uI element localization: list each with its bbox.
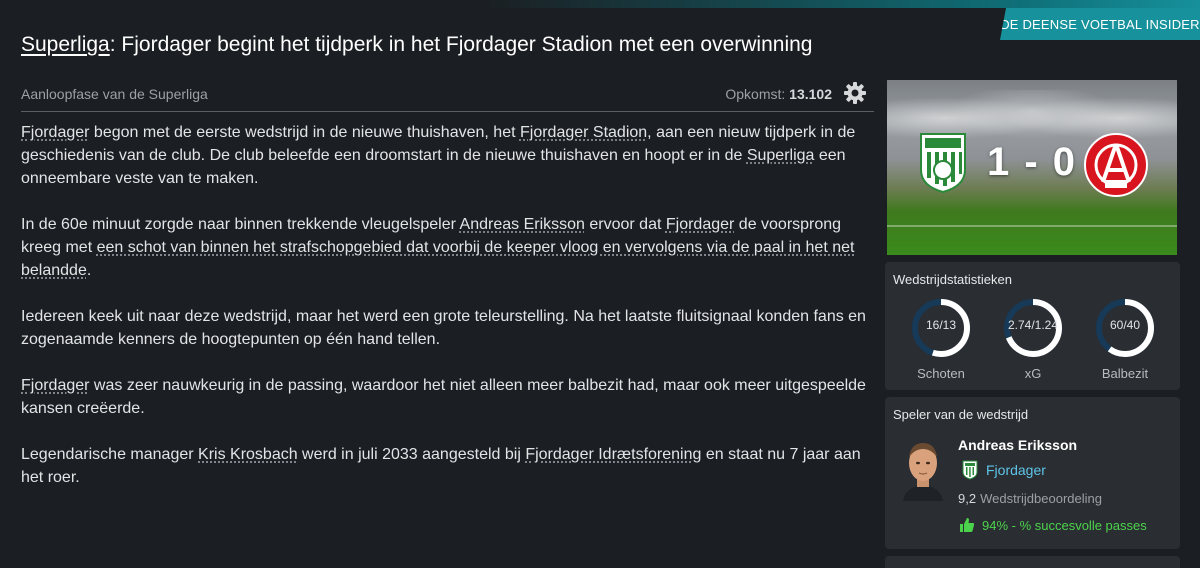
stat-value: 60/40	[1093, 318, 1157, 332]
player-avatar[interactable]	[899, 439, 947, 501]
headline-text: : Fjordager begint het tijdperk in het F…	[110, 33, 813, 56]
news-source-tag: DE DEENSE VOETBAL INSIDER	[1000, 8, 1200, 40]
away-club-crest-icon[interactable]	[1083, 132, 1149, 198]
stat-value: 2.74/1.24	[1001, 318, 1065, 332]
article-paragraph: Fjordager was zeer nauwkeurig in de pass…	[21, 374, 881, 420]
pitch-line	[887, 225, 1177, 227]
article-subtitle: Aanloopfase van de Superliga	[21, 86, 208, 102]
article-body: Fjordager begon met de eerste wedstrijd …	[21, 121, 881, 512]
potm-player-name[interactable]: Andreas Eriksson	[958, 437, 1077, 453]
potm-club-link[interactable]: Fjordager	[986, 462, 1046, 478]
attendance-value: 13.102	[789, 86, 832, 102]
goal-highlight-link[interactable]: een schot van binnen het strafschopgebie…	[21, 239, 854, 279]
attendance: Opkomst: 13.102	[725, 86, 832, 102]
stat-label: xG	[991, 366, 1075, 381]
rating-label: Wedstrijdbeoordeling	[980, 491, 1102, 506]
stats-title: Wedstrijdstatistieken	[893, 272, 1012, 287]
player-link[interactable]: Andreas Eriksson	[460, 216, 585, 233]
club-link[interactable]: Fjordager	[21, 124, 89, 141]
match-stats-panel: Wedstrijdstatistieken 16/13 Schoten 2.74…	[885, 262, 1180, 390]
article-paragraph: Fjordager begon met de eerste wedstrijd …	[21, 121, 881, 190]
stat-shots[interactable]: 16/13 Schoten	[909, 296, 973, 360]
match-scoreboard[interactable]: 1 - 0	[887, 80, 1177, 255]
headline: Superliga: Fjordager begint het tijdperk…	[21, 33, 981, 57]
header-divider	[21, 111, 874, 112]
attendance-label: Opkomst:	[725, 86, 785, 102]
stat-label: Balbezit	[1083, 366, 1167, 381]
potm-rating: 9,2 Wedstrijdbeoordeling	[958, 491, 1102, 506]
club-link[interactable]: Fjordager	[666, 216, 734, 233]
stat-label: Schoten	[899, 366, 983, 381]
potm-title: Speler van de wedstrijd	[893, 407, 1028, 422]
article-paragraph: In de 60e minuut zorgde naar binnen trek…	[21, 213, 881, 282]
club-link[interactable]: Fjordager	[21, 377, 89, 394]
potm-pass-stat: 94% - % succesvolle passes	[982, 518, 1147, 533]
gear-icon[interactable]	[843, 81, 867, 105]
headline-league-link[interactable]: Superliga	[21, 33, 110, 56]
manager-link[interactable]: Kris Krosbach	[198, 446, 298, 463]
top-accent-stripe	[0, 0, 1200, 8]
club-full-name-link[interactable]: Fjordager Idrætsforening	[525, 446, 701, 463]
player-of-the-match-panel: Speler van de wedstrijd Andreas Eriksson…	[885, 397, 1180, 549]
stadium-link[interactable]: Fjordager Stadion	[520, 124, 647, 141]
rating-value: 9,2	[958, 491, 976, 506]
stat-value: 16/13	[909, 318, 973, 332]
club-crest-icon	[962, 460, 978, 480]
league-link[interactable]: Superliga	[747, 147, 815, 164]
stat-possession[interactable]: 60/40 Balbezit	[1093, 296, 1157, 360]
article-paragraph: Iedereen keek uit naar deze wedstrijd, m…	[21, 305, 881, 351]
thumbs-up-icon	[959, 517, 975, 533]
next-panel	[885, 556, 1180, 568]
article-paragraph: Legendarische manager Kris Krosbach werd…	[21, 443, 881, 489]
stat-xg[interactable]: 2.74/1.24 xG	[1001, 296, 1065, 360]
